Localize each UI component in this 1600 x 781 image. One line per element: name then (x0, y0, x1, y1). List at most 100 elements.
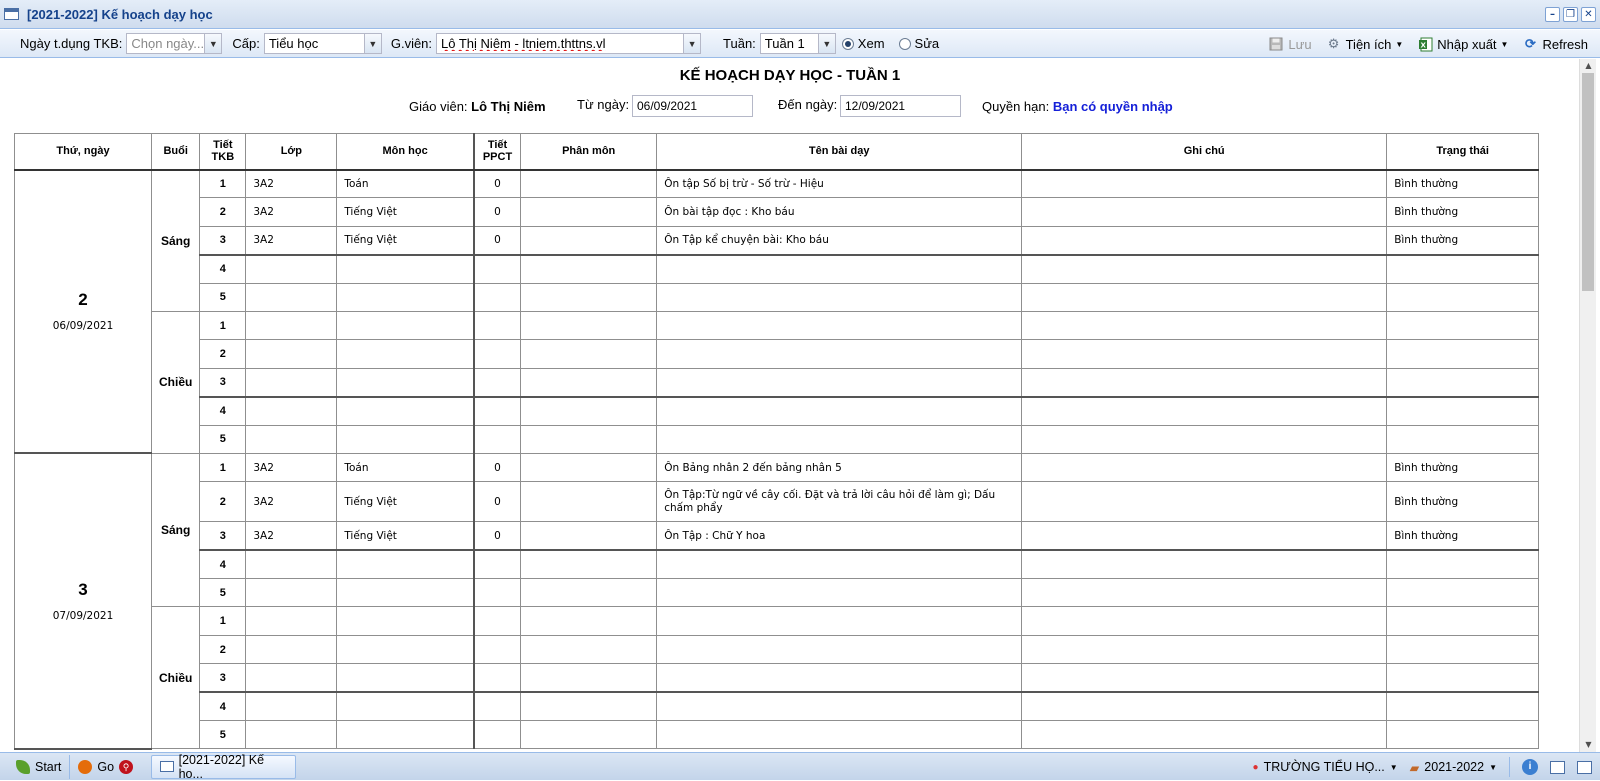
cell-mon-hoc[interactable]: Toán (336, 452, 475, 483)
cell-phan-mon[interactable] (520, 395, 658, 426)
cell-ghi-chu[interactable] (1021, 225, 1388, 256)
cell-mon-hoc[interactable] (336, 339, 475, 369)
table-row[interactable]: 5 (15, 282, 1540, 312)
scroll-down-icon[interactable]: ▼ (1580, 738, 1597, 752)
cell-ghi-chu[interactable] (1021, 395, 1388, 426)
radio-checked-icon[interactable] (841, 37, 854, 50)
tien-ich-menu-button[interactable]: ⚙ Tiện ích ▼ (1326, 36, 1404, 52)
cell-phan-mon[interactable] (520, 720, 658, 750)
cell-trang-thai[interactable]: Bình thường (1386, 521, 1540, 551)
cell-tiet-ppct[interactable] (472, 606, 522, 636)
cell-ghi-chu[interactable] (1021, 634, 1388, 665)
chevron-down-icon[interactable]: ▼ (363, 34, 381, 53)
table-row[interactable]: 4 (15, 691, 1540, 722)
table-row[interactable]: 5 (15, 578, 1540, 608)
table-row[interactable]: 4 (15, 395, 1540, 426)
cell-ten-bai-day[interactable] (656, 549, 1023, 580)
cell-lop[interactable] (245, 634, 338, 665)
cell-mon-hoc[interactable] (336, 310, 475, 341)
table-row[interactable]: 3 3A2 Tiếng Việt 0 Ôn Tập : Chữ Y hoa Bình th… (15, 521, 1540, 551)
cell-ten-bai-day[interactable] (656, 691, 1023, 722)
cell-trang-thai[interactable] (1386, 720, 1540, 750)
cell-trang-thai[interactable] (1386, 663, 1540, 693)
cell-ghi-chu[interactable] (1021, 549, 1388, 580)
cell-ten-bai-day[interactable] (656, 367, 1023, 398)
scroll-up-icon[interactable]: ▲ (1580, 59, 1597, 73)
cell-mon-hoc[interactable]: Toán (336, 168, 475, 199)
cell-ghi-chu[interactable] (1021, 339, 1388, 369)
school-menu[interactable]: ● TRƯỜNG TIỂU HỌ... ▼ (1253, 755, 1398, 779)
cell-mon-hoc[interactable] (336, 606, 475, 636)
scrollbar-thumb[interactable] (1582, 73, 1594, 291)
cell-ten-bai-day[interactable] (656, 720, 1023, 750)
cell-phan-mon[interactable] (520, 197, 658, 227)
cell-mon-hoc[interactable]: Tiếng Việt (336, 521, 475, 551)
cell-trang-thai[interactable] (1386, 578, 1540, 608)
cell-trang-thai[interactable] (1386, 253, 1540, 284)
cell-ghi-chu[interactable] (1021, 310, 1388, 341)
cell-ghi-chu[interactable] (1021, 452, 1388, 483)
cell-phan-mon[interactable] (520, 225, 658, 256)
cell-lop[interactable]: 3A2 (245, 481, 338, 523)
xem-radio[interactable]: Xem (841, 36, 885, 51)
cell-mon-hoc[interactable] (336, 424, 475, 454)
cell-lop[interactable]: 3A2 (245, 521, 338, 551)
cell-trang-thai[interactable]: Bình thường (1386, 197, 1540, 227)
cell-tiet-ppct[interactable]: 0 (472, 521, 522, 551)
table-row[interactable]: 2 3A2 Tiếng Việt 0 Ôn bài tập đọc : Kho báu B… (15, 197, 1540, 227)
cell-ten-bai-day[interactable] (656, 310, 1023, 341)
cell-mon-hoc[interactable]: Tiếng Việt (336, 225, 475, 256)
chevron-down-icon[interactable]: ▼ (817, 34, 835, 53)
cell-phan-mon[interactable] (520, 606, 658, 636)
table-row[interactable]: 5 (15, 720, 1540, 750)
cap-select[interactable]: Tiểu học ▼ (263, 33, 382, 54)
table-row[interactable]: 3 (15, 367, 1540, 398)
table-row[interactable]: Chiều 1 (15, 310, 1540, 454)
radio-unchecked-icon[interactable] (898, 37, 911, 50)
cell-lop[interactable]: 3A2 (245, 197, 338, 227)
save-button[interactable]: Lưu (1268, 36, 1312, 52)
cell-mon-hoc[interactable] (336, 691, 475, 722)
table-row[interactable]: Chiều 1 (15, 606, 1540, 750)
cell-lop[interactable] (245, 663, 338, 693)
cell-ten-bai-day[interactable] (656, 395, 1023, 426)
nhap-xuat-menu-button[interactable]: X Nhập xuất ▼ (1417, 36, 1508, 52)
cell-ten-bai-day[interactable]: Ôn bài tập đọc : Kho báu (656, 197, 1023, 227)
go-button[interactable]: Go ⚲ (69, 754, 141, 779)
cell-ten-bai-day[interactable]: Ôn tập Số bị trừ - Số trừ - Hiệu (656, 168, 1023, 199)
tuan-select[interactable]: Tuần 1 ▼ (759, 33, 836, 54)
cell-lop[interactable] (245, 720, 338, 750)
cell-lop[interactable] (245, 549, 338, 580)
cell-ghi-chu[interactable] (1021, 367, 1388, 398)
start-button[interactable]: Start (8, 755, 69, 779)
restore-icon[interactable]: ❐ (1563, 7, 1578, 22)
table-row[interactable]: 3 (15, 663, 1540, 693)
cell-ghi-chu[interactable] (1021, 481, 1388, 523)
close-icon[interactable]: ✕ (1581, 7, 1596, 22)
cell-ten-bai-day[interactable] (656, 253, 1023, 284)
cell-tiet-ppct[interactable]: 0 (472, 481, 522, 523)
cell-ghi-chu[interactable] (1021, 197, 1388, 227)
cell-ghi-chu[interactable] (1021, 282, 1388, 312)
cell-ten-bai-day[interactable] (656, 282, 1023, 312)
cell-lop[interactable]: 3A2 (245, 168, 338, 199)
cell-tiet-ppct[interactable]: 0 (472, 197, 522, 227)
cell-tiet-ppct[interactable] (472, 691, 522, 722)
cell-ten-bai-day[interactable]: Ôn Tập : Chữ Y hoa (656, 521, 1023, 551)
sua-radio[interactable]: Sửa (898, 36, 939, 51)
gv-select[interactable]: Lô Thị Niêm - ltniem.thttns.vl ▼ (436, 33, 702, 54)
table-row[interactable]: 3 07/09/2021 Sáng 1 3A2 Toán 0 Ôn Bảng nhân 2 đ… (14, 452, 1540, 750)
cell-ten-bai-day[interactable] (656, 606, 1023, 636)
cell-trang-thai[interactable] (1386, 282, 1540, 312)
cell-lop[interactable] (245, 606, 338, 636)
cell-lop[interactable] (245, 691, 338, 722)
table-row[interactable]: 2 06/09/2021 Sáng 1 3A2 Toán 0 Ôn tập Số bị trừ… (14, 168, 1540, 455)
cell-mon-hoc[interactable] (336, 634, 475, 665)
cell-trang-thai[interactable] (1386, 606, 1540, 636)
cell-ghi-chu[interactable] (1021, 691, 1388, 722)
cell-tiet-ppct[interactable]: 0 (472, 168, 522, 199)
table-row[interactable]: 4 (15, 549, 1540, 580)
taskbar-window-item[interactable]: [2021-2022] Kế ho... (151, 753, 297, 781)
cell-lop[interactable] (245, 310, 338, 341)
refresh-button[interactable]: ⟳ Refresh (1522, 36, 1588, 52)
